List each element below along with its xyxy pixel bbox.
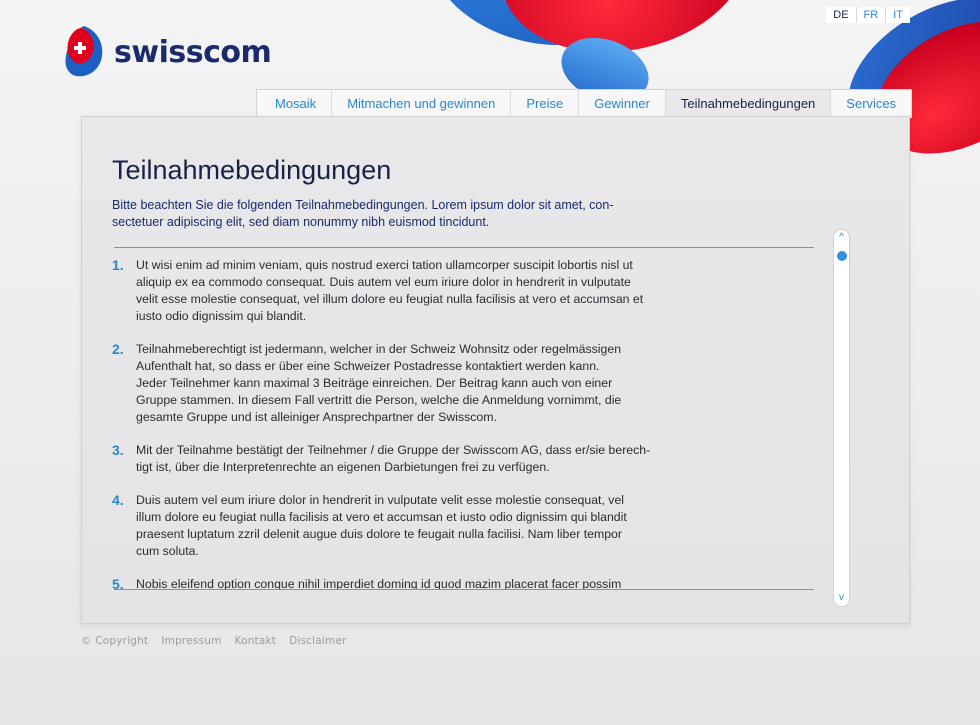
tab-gewinner[interactable]: Gewinner [578,90,665,118]
list-item-text: Ut wisi enim ad minim veniam, quis nostr… [136,258,644,323]
main-navigation: Mosaik Mitmachen und gewinnen Preise Gew… [256,89,913,118]
tab-services[interactable]: Services [830,90,911,118]
list-item-number: 3. [112,442,124,458]
scroll-down-icon[interactable]: v [834,591,849,605]
footer-link-disclaimer[interactable]: Disclaimer [289,635,347,647]
list-item: 3. Mit der Teilnahme bestätigt der Teiln… [112,442,672,476]
list-item-number: 5. [112,576,124,589]
tab-teilnahmebedingungen[interactable]: Teilnahmebedingungen [664,90,831,118]
list-item-text: Teilnahmeberechtigt ist jedermann, welch… [136,342,622,424]
footer-link-kontakt[interactable]: Kontakt [235,635,277,647]
scroll-up-icon[interactable]: ^ [834,231,849,245]
language-it[interactable]: IT [885,7,910,23]
list-item: 4. Duis autem vel eum iriure dolor in he… [112,492,672,560]
terms-list[interactable]: 1. Ut wisi enim ad minim veniam, quis no… [112,257,672,589]
top-divider [114,247,814,248]
swisscom-lifeform-icon [65,26,103,77]
list-item-text: Nobis eleifend option congue nihil imper… [136,577,622,589]
footer: © Copyright Impressum Kontakt Disclaimer [81,635,360,647]
list-item-number: 2. [112,341,124,357]
content-panel: Teilnahmebedingungen Bitte beachten Sie … [81,116,910,624]
language-switcher: DE FR IT [826,7,910,23]
list-item: 5. Nobis eleifend option congue nihil im… [112,576,672,589]
footer-copyright: © Copyright [81,635,149,647]
page-title: Teilnahmebedingungen [112,155,392,185]
list-item-text: Duis autem vel eum iriure dolor in hendr… [136,493,627,558]
scrollbar[interactable]: ^ v [833,229,850,607]
language-fr[interactable]: FR [855,7,886,23]
scrollbar-thumb[interactable] [837,251,847,261]
footer-link-impressum[interactable]: Impressum [161,635,221,647]
tab-mitmachen-und-gewinnen[interactable]: Mitmachen und gewinnen [331,90,510,118]
brand-name: swisscom [114,34,272,70]
tab-preise[interactable]: Preise [510,90,578,118]
list-item-number: 1. [112,257,124,273]
list-item: 1. Ut wisi enim ad minim veniam, quis no… [112,257,672,325]
bottom-divider [114,589,814,590]
list-item: 2. Teilnahmeberechtigt ist jedermann, we… [112,341,672,426]
intro-text: Bitte beachten Sie die folgenden Teilnah… [112,198,614,229]
language-de[interactable]: DE [826,7,855,23]
tab-mosaik[interactable]: Mosaik [257,90,331,118]
list-item-text: Mit der Teilnahme bestätigt der Teilnehm… [136,443,651,474]
list-item-number: 4. [112,492,124,508]
brand-logo[interactable]: swisscom [62,24,272,80]
